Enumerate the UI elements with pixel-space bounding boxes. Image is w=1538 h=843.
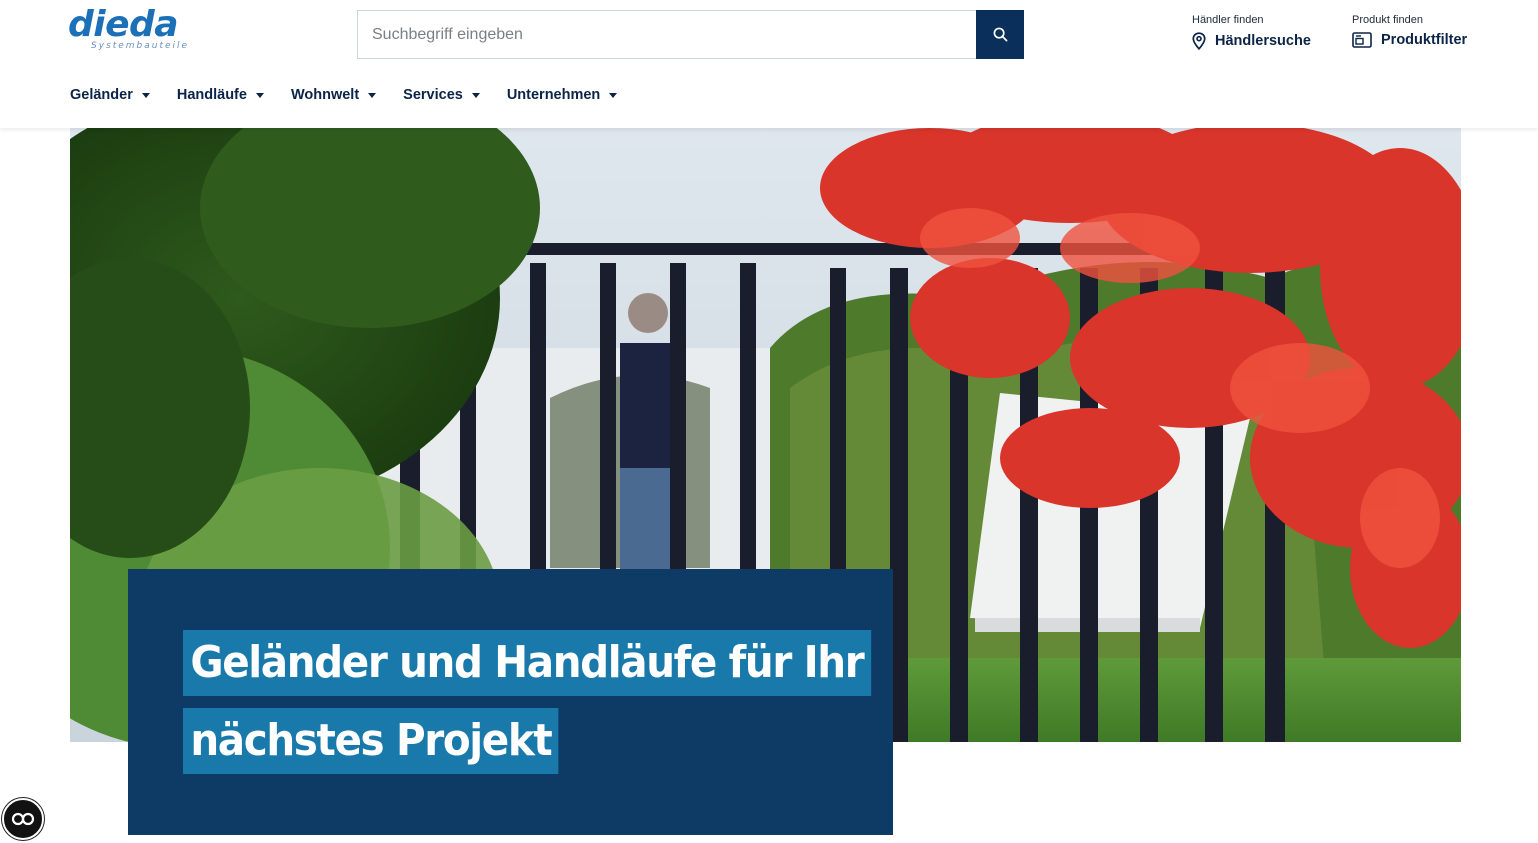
logo-tagline: Systembauteile [91, 41, 190, 51]
site-header: dieda Systembauteile Händler finden Händ… [0, 0, 1538, 128]
hero-headline-line2: nächstes Projekt [183, 708, 559, 774]
product-finder-label: Produktfilter [1381, 32, 1468, 48]
nav-label: Geländer [70, 87, 133, 103]
dealer-finder[interactable]: Händler finden Händlersuche [1192, 14, 1311, 50]
caret-down-icon [255, 92, 264, 98]
nav-item-services[interactable]: Services [403, 84, 480, 106]
accessibility-button[interactable] [2, 798, 44, 840]
nav-label: Unternehmen [506, 87, 601, 103]
accessibility-icon [11, 812, 35, 826]
nav-label: Handläufe [176, 87, 247, 103]
dealer-finder-label: Händlersuche [1215, 33, 1311, 49]
product-finder-caption: Produkt finden [1352, 14, 1423, 26]
dealer-finder-link: Händlersuche [1192, 32, 1311, 50]
search-bar [357, 10, 1024, 59]
search-icon [993, 27, 1007, 42]
hero-headline-line1: Geländer und Handläufe für Ihr [183, 630, 871, 696]
caret-down-icon [368, 92, 377, 98]
caret-down-icon [471, 92, 480, 98]
caret-down-icon [609, 92, 618, 98]
nav-item-handlaeufe[interactable]: Handläufe [177, 84, 264, 106]
product-finder-link: Produktfilter [1352, 32, 1467, 48]
hero-headline-panel: Geländer und Handläufe für Ihr nächstes … [128, 569, 893, 835]
logo-wordmark: dieda [68, 4, 179, 45]
map-pin-icon [1192, 32, 1206, 50]
main-navigation: Geländer Handläufe Wohnwelt Services Unt… [70, 84, 644, 106]
nav-item-unternehmen[interactable]: Unternehmen [506, 84, 618, 106]
caret-down-icon [141, 92, 150, 98]
nav-label: Services [403, 87, 463, 103]
dealer-finder-caption: Händler finden [1192, 14, 1264, 26]
nav-item-gelaender[interactable]: Geländer [70, 84, 150, 106]
search-input[interactable] [357, 10, 976, 59]
nav-label: Wohnwelt [290, 87, 360, 103]
search-button[interactable] [976, 10, 1024, 59]
nav-item-wohnwelt[interactable]: Wohnwelt [290, 84, 377, 106]
filter-icon [1352, 32, 1372, 48]
brand-logo[interactable]: dieda Systembauteile [68, 6, 198, 54]
product-finder[interactable]: Produkt finden Produktfilter [1352, 14, 1467, 48]
